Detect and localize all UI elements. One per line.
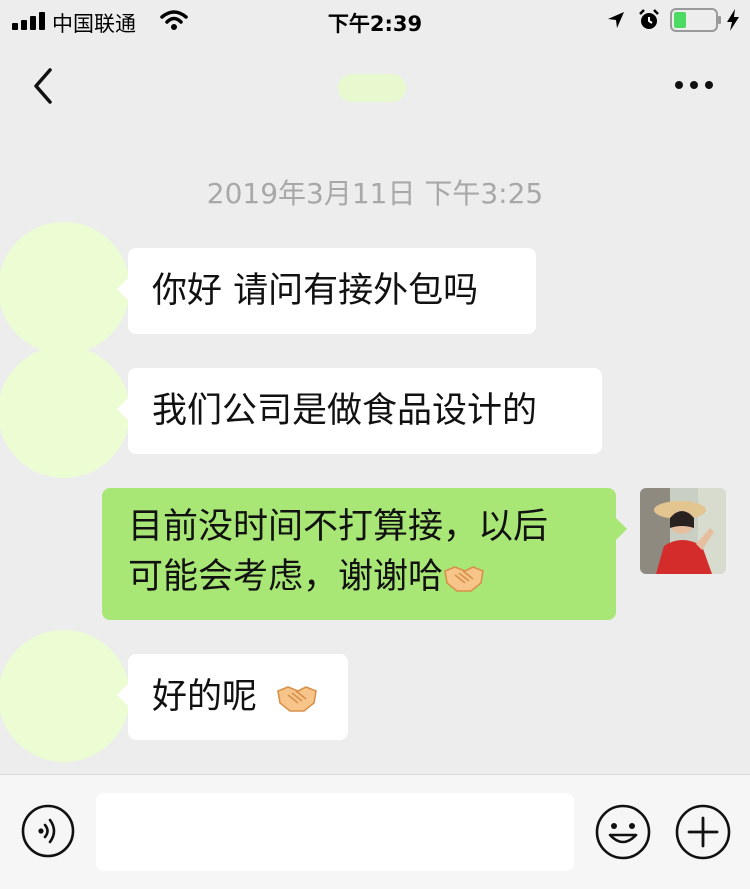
my-avatar[interactable] <box>640 488 726 574</box>
chat-header <box>0 44 750 130</box>
message-text: 好的呢 <box>152 677 258 717</box>
message-text-line2-text: 可能会考虑，谢谢哈 <box>128 557 444 597</box>
contact-avatar[interactable] <box>0 346 130 478</box>
message-bubble-incoming[interactable]: 我们公司是做食品设计的 <box>117 368 602 454</box>
more-icon[interactable] <box>672 78 716 92</box>
message-text: 我们公司是做食品设计的 <box>152 391 538 431</box>
contact-avatar[interactable] <box>0 630 130 762</box>
plus-icon[interactable] <box>674 803 732 861</box>
location-icon <box>608 12 624 28</box>
message-input[interactable] <box>96 793 574 871</box>
contact-avatar[interactable] <box>0 222 130 354</box>
input-bar <box>0 774 750 889</box>
voice-icon[interactable] <box>20 803 76 859</box>
status-bar: 中国联通 下午2:39 <box>0 0 750 44</box>
chat-timestamp: 2019年3月11日 下午3:25 <box>206 177 544 210</box>
contact-name-redacted <box>338 74 406 102</box>
handshake-emoji-icon <box>444 566 484 592</box>
message-bubble-incoming[interactable]: 你好 请问有接外包吗 <box>117 248 536 334</box>
message-text: 你好 请问有接外包吗 <box>152 271 479 311</box>
message-text-line1: 目前没时间不打算接，以后 <box>128 507 549 547</box>
message-bubble-outgoing[interactable]: 目前没时间不打算接，以后 可能会考虑，谢谢哈 <box>102 488 627 620</box>
message-text-line2: 可能会考虑，谢谢哈 <box>128 552 590 602</box>
handshake-emoji-icon <box>277 686 318 712</box>
emoji-icon[interactable] <box>594 803 652 861</box>
battery-icon <box>670 8 721 32</box>
message-bubble-incoming[interactable]: 好的呢 <box>117 654 348 740</box>
charging-icon <box>727 9 739 31</box>
back-chevron-icon[interactable] <box>28 66 60 106</box>
alarm-icon <box>639 9 659 29</box>
